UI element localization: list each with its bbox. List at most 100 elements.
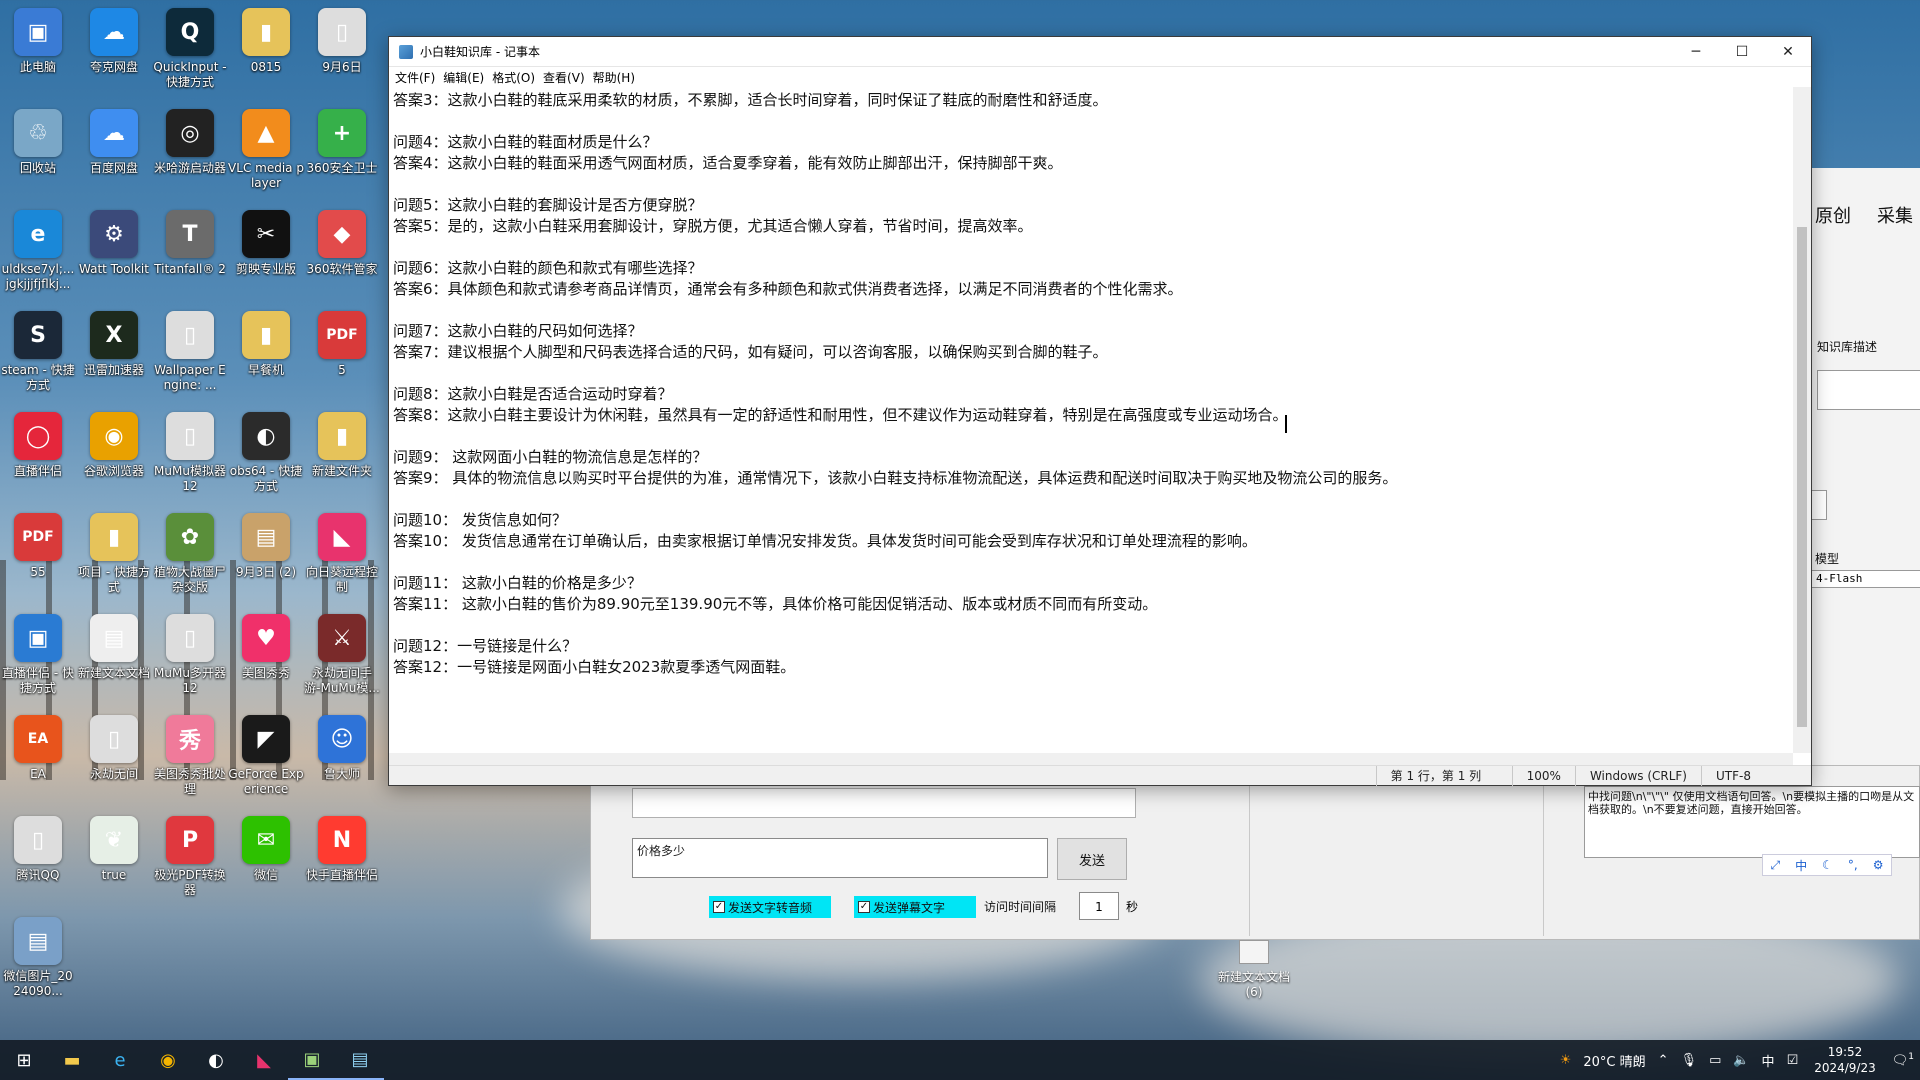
desktop-icon[interactable]: ⚙ Watt Toolkit bbox=[76, 210, 152, 277]
small-input[interactable] bbox=[1811, 490, 1827, 520]
app-icon[interactable]: ▣ bbox=[288, 1040, 336, 1080]
maximize-button[interactable]: ☐ bbox=[1719, 37, 1765, 67]
desktop-icon[interactable]: ◣ 向日葵远程控制 bbox=[304, 513, 380, 595]
ime-expand-icon[interactable]: ⤢ bbox=[1771, 858, 1781, 873]
desktop-icon[interactable]: P 极光PDF转换器 bbox=[152, 816, 228, 898]
clock-time: 19:52 bbox=[1827, 1045, 1863, 1059]
edge-icon[interactable]: e bbox=[96, 1040, 144, 1080]
desktop-icon[interactable]: ⚔ 永劫无间手游-MuMu模... bbox=[304, 614, 380, 696]
ime-indicator[interactable]: 中 bbox=[1756, 1051, 1781, 1070]
weather-icon[interactable]: ☀ bbox=[1554, 1053, 1578, 1068]
desktop-icon[interactable]: ▮ 项目 - 快捷方式 bbox=[76, 513, 152, 595]
desktop-icon[interactable]: ♥ 美图秀秀 bbox=[228, 614, 304, 681]
desktop-icon[interactable]: ✉ 微信 bbox=[228, 816, 304, 883]
tab-original[interactable]: 原创 bbox=[1815, 202, 1851, 228]
sunlogin-icon[interactable]: ◣ bbox=[240, 1040, 288, 1080]
desktop-icon[interactable]: ▣ 此电脑 bbox=[0, 8, 76, 75]
network-icon[interactable]: ▭ bbox=[1703, 1053, 1727, 1068]
start-windows-icon[interactable]: ⊞ bbox=[0, 1040, 48, 1080]
minimize-button[interactable]: ─ bbox=[1673, 37, 1719, 67]
desktop-icon[interactable]: ☺ 鲁大师 bbox=[304, 715, 380, 782]
menu-view[interactable]: 查看(V) bbox=[543, 69, 593, 86]
model-select[interactable]: 4-Flash bbox=[1811, 570, 1920, 588]
desktop-icon[interactable]: ▯ MuMu多开器12 bbox=[152, 614, 228, 696]
chrome-icon[interactable]: ◉ bbox=[144, 1040, 192, 1080]
desktop-icon[interactable]: ▯ 9月6日 bbox=[304, 8, 380, 75]
clock[interactable]: 19:52 2024/9/23 bbox=[1804, 1044, 1886, 1076]
ime-chinese-icon[interactable]: 中 bbox=[1795, 857, 1807, 874]
desktop-icon[interactable]: ☁ 夸克网盘 bbox=[76, 8, 152, 75]
desktop-icon[interactable]: PDF 55 bbox=[0, 513, 76, 580]
desktop-icon[interactable]: ▲ VLC media player bbox=[228, 109, 304, 191]
desktop-icon[interactable]: ✿ 植物大战僵尸杂交版 bbox=[152, 513, 228, 595]
desktop-icon[interactable]: X 迅雷加速器 bbox=[76, 311, 152, 378]
menu-format[interactable]: 格式(O) bbox=[492, 69, 543, 86]
ime-moon-icon[interactable]: ☾ bbox=[1822, 858, 1833, 872]
vertical-scrollbar[interactable] bbox=[1793, 87, 1811, 753]
desktop-icon[interactable]: ❦ true bbox=[76, 816, 152, 883]
desktop-icon[interactable]: ✂ 剪映专业版 bbox=[228, 210, 304, 277]
desktop-icon[interactable]: ◆ 360软件管家 bbox=[304, 210, 380, 277]
desktop-icon[interactable]: +360安全卫士 bbox=[304, 109, 380, 176]
desktop-icon[interactable]: ▯ MuMu模拟器12 bbox=[152, 412, 228, 494]
desktop-icon[interactable]: ♲ 回收站 bbox=[0, 109, 76, 176]
desktop-icon[interactable]: ▤ 新建文本文档 bbox=[76, 614, 152, 681]
desktop-icon[interactable]: N 快手直播伴侣 bbox=[304, 816, 380, 883]
question-input[interactable]: 价格多少 bbox=[632, 838, 1048, 878]
desktop-icon[interactable]: 秀美图秀秀批处理 bbox=[152, 715, 228, 797]
weather-text[interactable]: 20°C 晴朗 bbox=[1577, 1051, 1651, 1070]
notepad-titlebar[interactable]: 小白鞋知识库 - 记事本 ─ ☐ ✕ bbox=[389, 37, 1811, 67]
desktop-icon[interactable]: ◎ 米哈游启动器 bbox=[152, 109, 228, 176]
notepad-taskbar-icon[interactable]: ▤ bbox=[336, 1040, 384, 1080]
menu-help[interactable]: 帮助(H) bbox=[593, 69, 643, 86]
desktop-icon[interactable]: ◐ obs64 - 快捷方式 bbox=[228, 412, 304, 494]
desktop-app-icon: X bbox=[90, 311, 138, 359]
microphone-icon[interactable]: 🎙 bbox=[1675, 1053, 1704, 1068]
volume-icon[interactable]: 🔈 bbox=[1727, 1053, 1755, 1068]
notification-icon[interactable]: 🗨1 bbox=[1886, 1052, 1920, 1068]
desktop-icon[interactable]: ◉ 谷歌浏览器 bbox=[76, 412, 152, 479]
prompt-textarea[interactable]: 中找问题\n\"\"\" 仅使用文档语句回答。\n要模拟主播的口吻是从文档获取的… bbox=[1584, 786, 1920, 858]
ime-punct-icon[interactable]: °, bbox=[1848, 858, 1858, 872]
desktop-icon[interactable]: ▮ 0815 bbox=[228, 8, 304, 75]
desktop-icon[interactable]: ◯ 直播伴侣 bbox=[0, 412, 76, 479]
send-button[interactable]: 发送 bbox=[1057, 838, 1127, 880]
desktop-file-icon[interactable]: 新建文本文档 (6) bbox=[1214, 940, 1294, 999]
desktop-icon[interactable]: Q QuickInput - 快捷方式 bbox=[152, 8, 228, 90]
danmaku-checkbox[interactable]: ✓ 发送弹幕文字 bbox=[854, 896, 976, 918]
desktop-icon[interactable]: ▤ 微信图片_2024090... bbox=[0, 917, 76, 999]
close-button[interactable]: ✕ bbox=[1765, 37, 1811, 67]
text-line: 问题9： 这款网面小白鞋的物流信息是怎样的？ bbox=[393, 448, 708, 466]
desktop-icon[interactable]: ☁ 百度网盘 bbox=[76, 109, 152, 176]
tts-checkbox[interactable]: ✓ 发送文字转音频 bbox=[709, 896, 831, 918]
tray-chevron-icon[interactable]: ⌃ bbox=[1652, 1053, 1675, 1068]
desktop-icon[interactable]: ▯ Wallpaper Engine: ... bbox=[152, 311, 228, 393]
desktop-icon[interactable]: ▮ 新建文件夹 bbox=[304, 412, 380, 479]
text-line bbox=[393, 552, 1789, 573]
menu-file[interactable]: 文件(F) bbox=[395, 69, 443, 86]
scrollbar-thumb[interactable] bbox=[1797, 227, 1807, 727]
ime-toolbar[interactable]: ⤢ 中 ☾ °, ⚙ bbox=[1762, 854, 1892, 876]
desktop-icon[interactable]: ▮ 早餐机 bbox=[228, 311, 304, 378]
tab-collect[interactable]: 采集 bbox=[1877, 202, 1913, 228]
desktop-icon[interactable]: EA EA bbox=[0, 715, 76, 782]
desktop-icon[interactable]: e uldkse7yl;...jgkjjjfjflkj... bbox=[0, 210, 76, 292]
kb-desc-input[interactable] bbox=[1817, 370, 1920, 410]
menu-edit[interactable]: 编辑(E) bbox=[443, 69, 492, 86]
desktop-icon[interactable]: PDF 5 bbox=[304, 311, 380, 378]
ime-settings-icon[interactable]: ⚙ bbox=[1873, 858, 1884, 872]
desktop-icon[interactable]: ▯ 腾讯QQ bbox=[0, 816, 76, 883]
chat-log-box[interactable] bbox=[632, 788, 1136, 818]
desktop-icon[interactable]: ▯ 永劫无间 bbox=[76, 715, 152, 782]
text-editor[interactable]: 答案3：这款小白鞋的鞋底采用柔软的材质，不累脚，适合长时间穿着，同时保证了鞋底的… bbox=[389, 87, 1793, 753]
desktop-icon[interactable]: Ssteam - 快捷方式 bbox=[0, 311, 76, 393]
security-icon[interactable]: ☑ bbox=[1781, 1053, 1805, 1068]
text-line bbox=[393, 363, 1789, 384]
desktop-icon[interactable]: ◤ GeForce Experience bbox=[228, 715, 304, 797]
desktop-icon[interactable]: ▤ 9月3日 (2) bbox=[228, 513, 304, 580]
file-explorer-icon[interactable]: ▬ bbox=[48, 1040, 96, 1080]
desktop-icon[interactable]: T Titanfall® 2 bbox=[152, 210, 228, 277]
obs-icon[interactable]: ◐ bbox=[192, 1040, 240, 1080]
desktop-icon[interactable]: ▣ 直播伴侣 - 快捷方式 bbox=[0, 614, 76, 696]
interval-input[interactable]: 1 bbox=[1079, 892, 1119, 920]
